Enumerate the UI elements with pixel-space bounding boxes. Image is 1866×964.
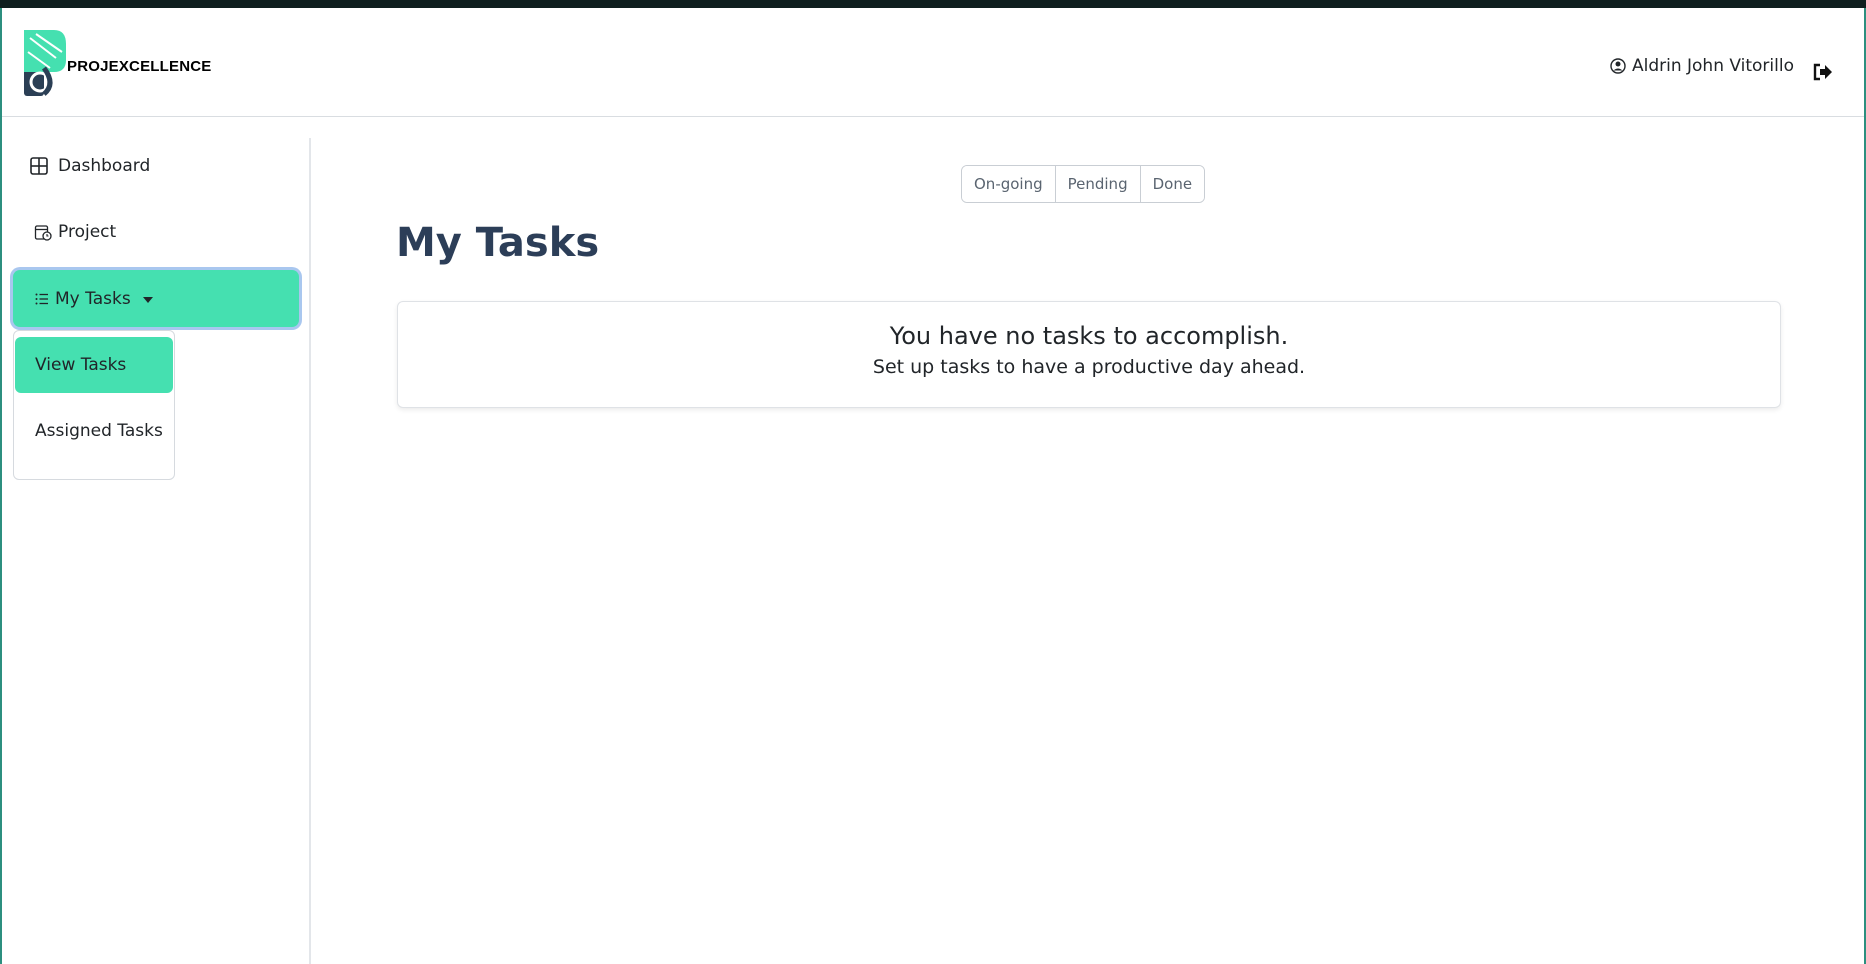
empty-state-card: You have no tasks to accomplish. Set up … [397,301,1781,408]
sidebar-item-dashboard[interactable]: Dashboard [30,156,150,176]
user-circle-icon [1610,58,1626,74]
task-status-filter: On-going Pending Done [961,165,1206,203]
filter-done-button[interactable]: Done [1140,166,1205,202]
my-tasks-dropdown: View Tasks Assigned Tasks [13,330,175,480]
dropdown-item-assigned-tasks[interactable]: Assigned Tasks [15,403,173,459]
dropdown-item-view-tasks[interactable]: View Tasks [15,337,173,393]
empty-state-title: You have no tasks to accomplish. [889,322,1289,350]
chevron-down-icon [142,296,153,303]
sidebar-item-label: Dashboard [58,156,151,176]
grid-icon [30,157,48,175]
sidebar-item-label: My Tasks [55,288,131,309]
calendar-icon [34,225,52,241]
sidebar-item-my-tasks[interactable]: My Tasks [13,270,299,327]
page-title: My Tasks [396,220,600,266]
filter-ongoing-button[interactable]: On-going [962,166,1056,202]
filter-pending-button[interactable]: Pending [1055,166,1141,202]
app-header: PROJEXCELLENCE Aldrin John Vitorillo [2,8,1864,117]
brand-name: PROJEXCELLENCE [67,58,212,75]
user-menu[interactable]: Aldrin John Vitorillo [1610,56,1794,76]
user-name: Aldrin John Vitorillo [1631,56,1794,76]
sidebar: Dashboard Project My Tasks View Tasks As… [2,138,311,964]
window-top-strip [0,0,1866,8]
logo-icon [24,30,66,96]
sidebar-item-label: Project [58,222,117,242]
sidebar-item-project[interactable]: Project [34,222,116,242]
logout-icon[interactable] [1812,62,1834,82]
empty-state-subtitle: Set up tasks to have a productive day ah… [872,356,1306,378]
list-icon [35,293,48,304]
